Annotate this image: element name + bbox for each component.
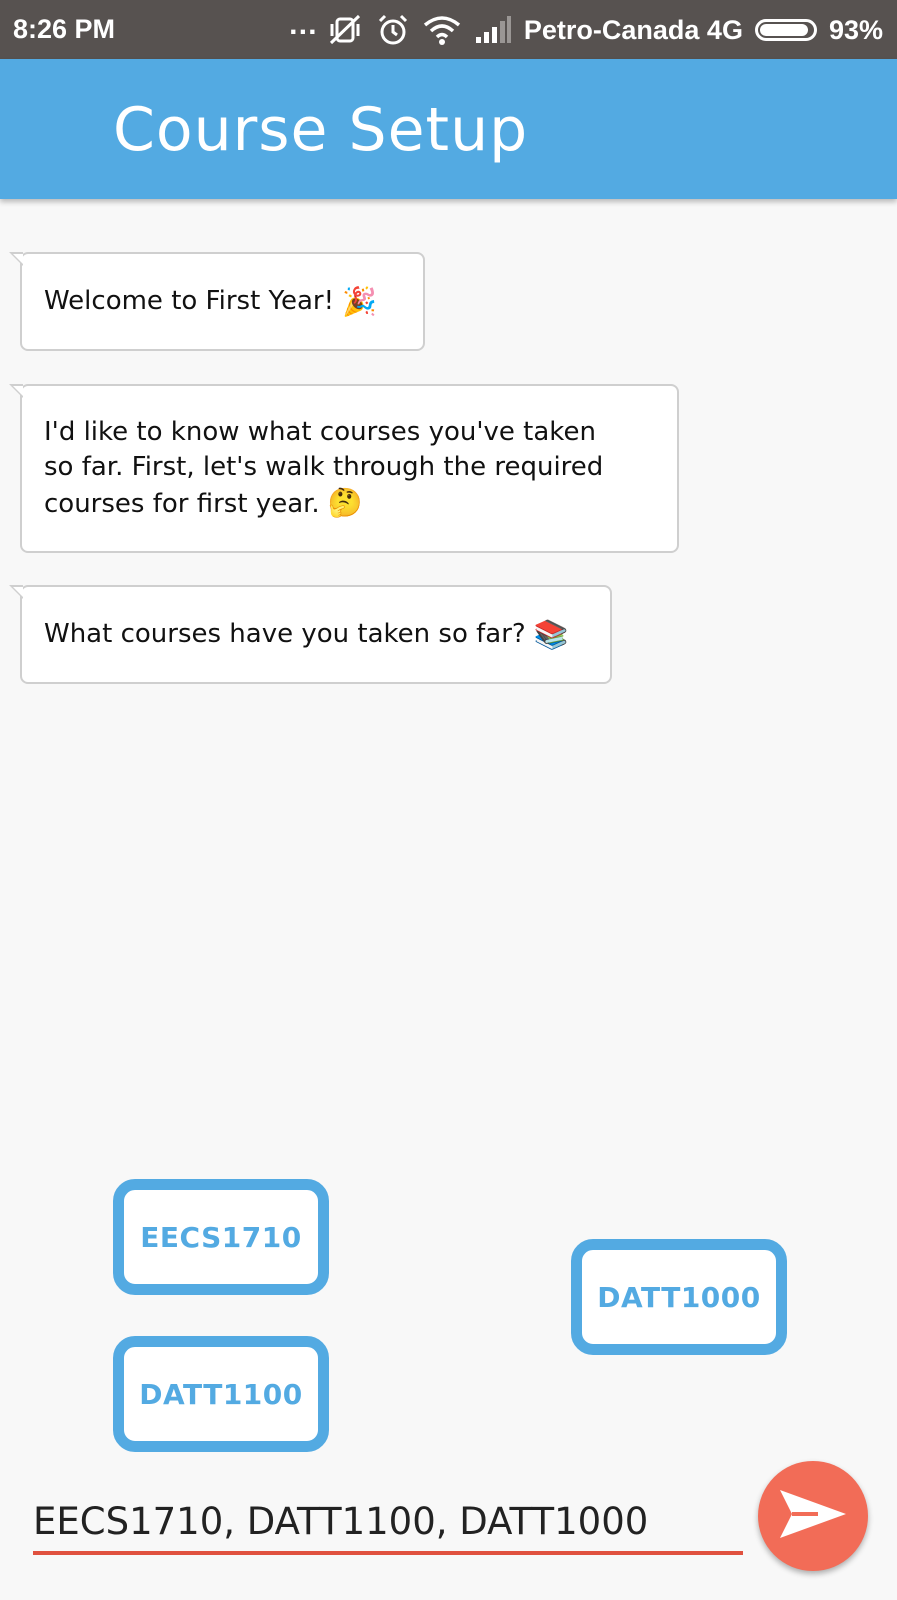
message-text: I'd like to know what courses you've tak… [44, 415, 624, 522]
message-text: Welcome to First Year! [44, 286, 335, 316]
chip-label: DATT1000 [597, 1280, 761, 1314]
course-chip-eecs1710[interactable]: EECS1710 [113, 1179, 329, 1295]
course-chip-datt1100[interactable]: DATT1100 [113, 1336, 329, 1452]
message-input[interactable]: EECS1710, DATT1100, DATT1000 [33, 1500, 648, 1543]
thinking-face-icon: 🤔 [327, 486, 363, 519]
send-icon [778, 1488, 848, 1544]
course-chip-datt1000[interactable]: DATT1000 [571, 1239, 787, 1355]
bubble-tail [9, 585, 23, 599]
books-icon: 📚 [533, 618, 569, 651]
signal-icon [474, 15, 512, 45]
status-bar: 8:26 PM … Petro-Canada 4G 93% [0, 0, 897, 59]
chat-message: I'd like to know what courses you've tak… [9, 384, 679, 553]
vibrate-off-icon [328, 14, 364, 46]
bubble-tail [9, 384, 23, 398]
chip-label: DATT1100 [139, 1377, 303, 1411]
wifi-icon [422, 14, 462, 46]
battery-percent: 93% [828, 14, 883, 45]
carrier-label: Petro-Canada 4G [523, 14, 743, 45]
bubble-tail [9, 252, 23, 266]
message-text: What courses have you taken so far? [44, 619, 526, 649]
page-title: Course Setup [113, 95, 529, 165]
chat-message: What courses have you taken so far? 📚 [9, 585, 612, 684]
status-time: 8:26 PM [13, 14, 116, 44]
app-bar: Course Setup [0, 59, 897, 199]
more-notifications-icon: … [287, 8, 318, 41]
input-underline [33, 1551, 743, 1555]
message-body: I'd like to know what courses you've tak… [44, 417, 604, 519]
chip-label: EECS1710 [140, 1220, 302, 1254]
battery-icon [754, 19, 817, 41]
send-button[interactable] [758, 1461, 868, 1571]
chat-message: Welcome to First Year! 🎉 [9, 252, 425, 351]
battery-fill [759, 24, 809, 36]
party-popper-icon: 🎉 [342, 285, 377, 318]
status-icons: … Petro-Canada 4G 93% [287, 8, 883, 50]
alarm-icon [376, 13, 410, 47]
